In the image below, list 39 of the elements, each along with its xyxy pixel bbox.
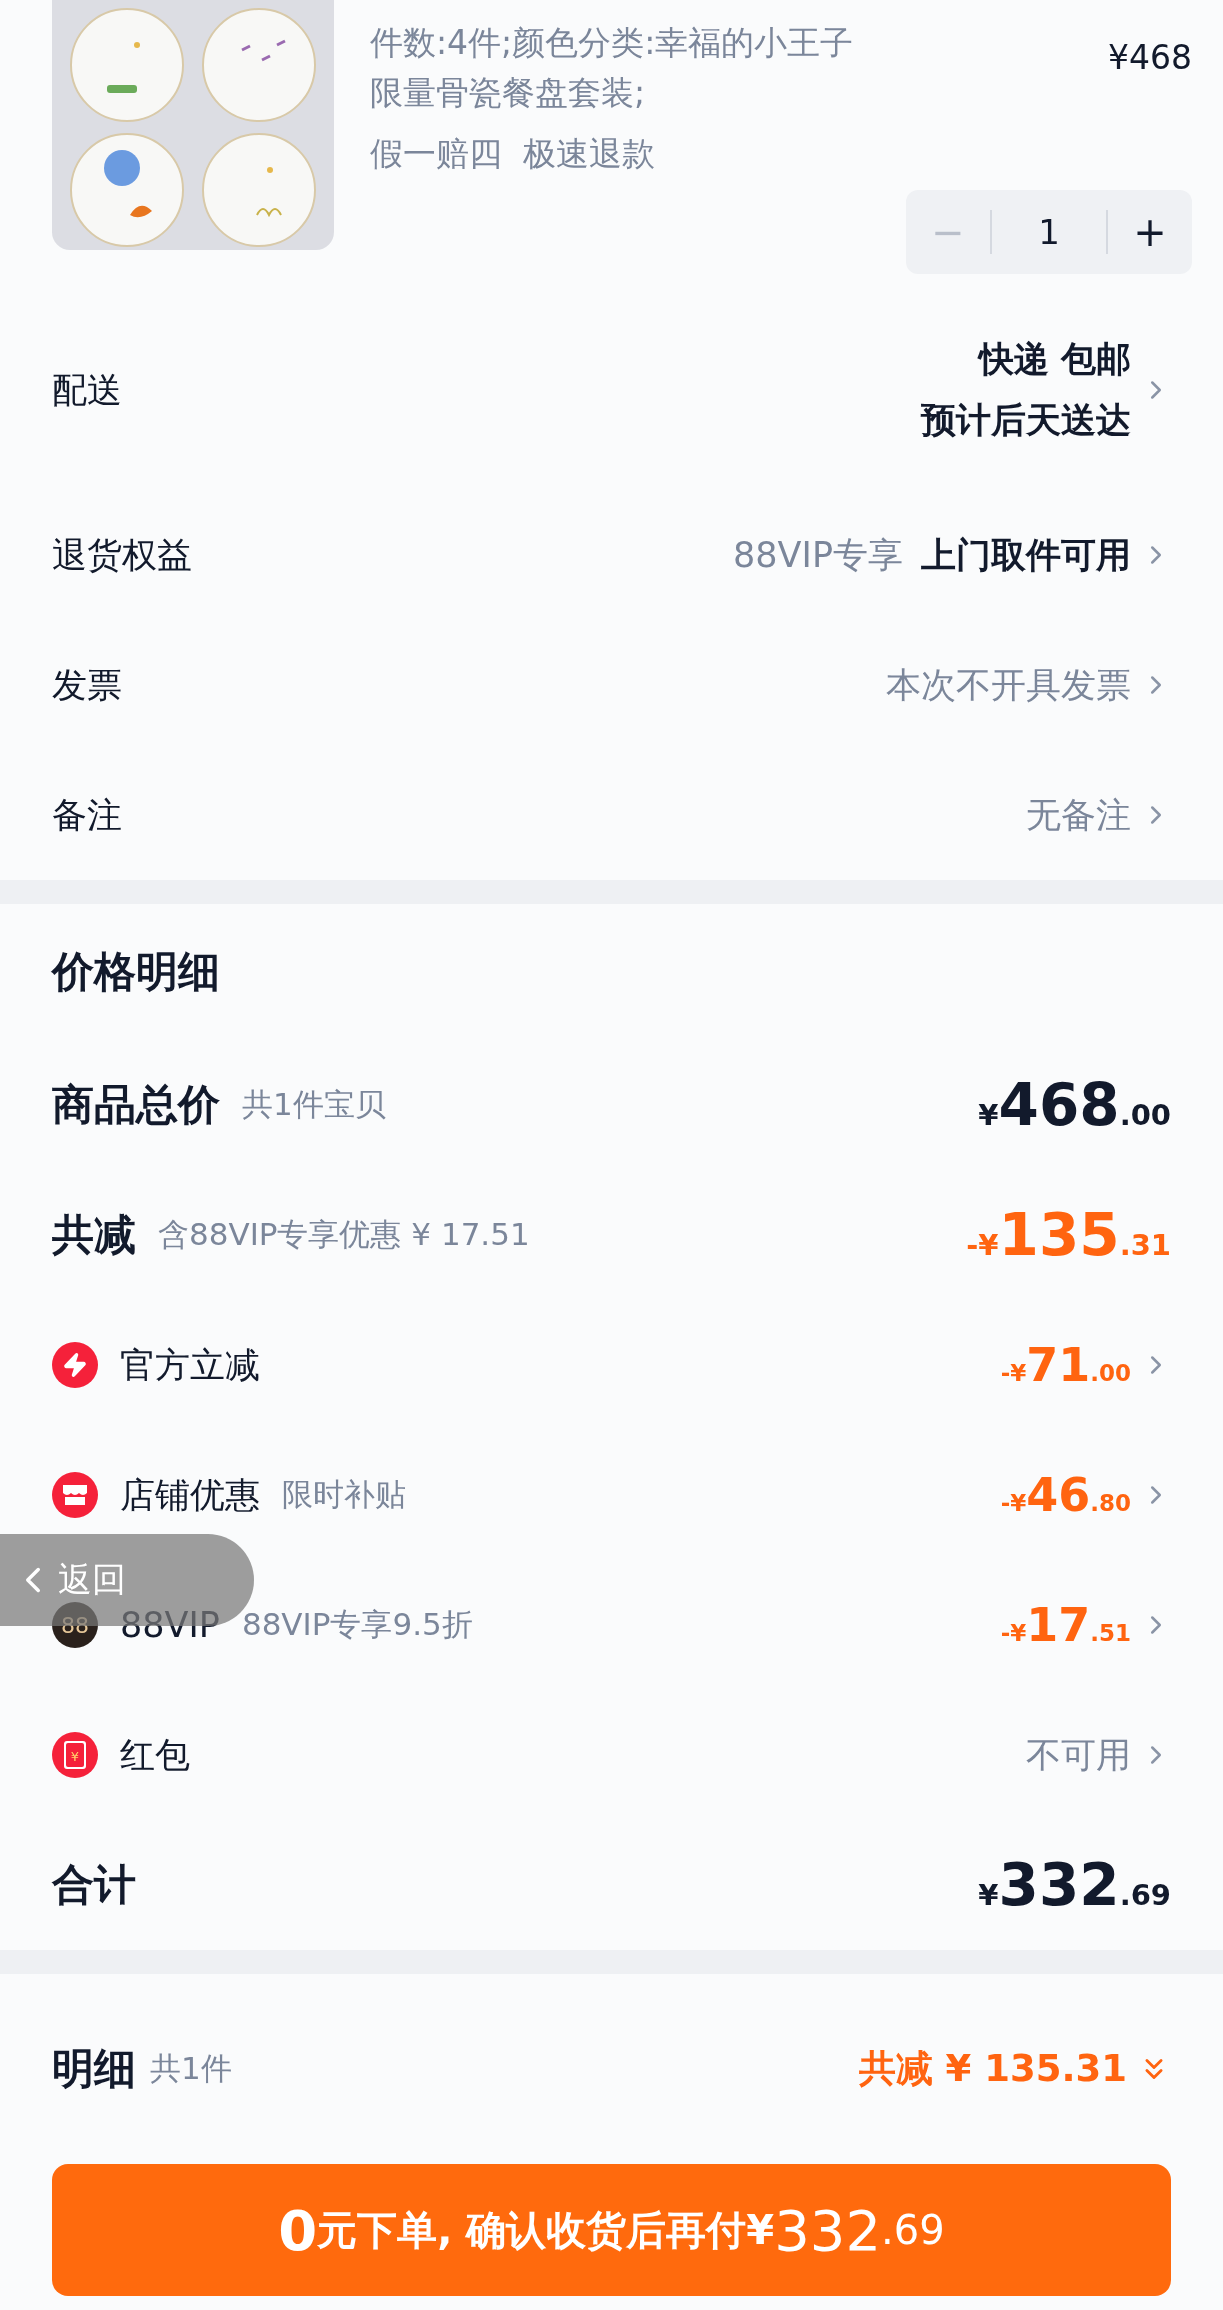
discount-amount: -¥46.80 [1000, 1468, 1131, 1522]
summary-label: 共减 [52, 1209, 136, 1261]
summary-note: 共1件宝贝 [242, 1085, 386, 1124]
unit-price: ¥468 [1108, 38, 1192, 77]
discount-amount: -¥71.00 [1000, 1338, 1131, 1392]
envelope-icon: ¥ [52, 1732, 98, 1778]
row-value[interactable]: 快递 包邮 [978, 336, 1131, 383]
discount-label: 红包 [120, 1733, 190, 1777]
discount-value: 不可用 [1026, 1733, 1131, 1777]
summary-label: 商品总价 [52, 1079, 220, 1131]
store-icon [52, 1472, 98, 1518]
quantity-value: 1 [990, 210, 1108, 254]
row-label: 发票 [52, 663, 122, 707]
row-value[interactable]: 88VIP专享 [733, 531, 903, 579]
row-value[interactable]: 预计后天送达 [921, 397, 1131, 444]
total-label: 合计 [52, 1859, 136, 1911]
summary-amount: -¥135.31 [966, 1201, 1171, 1269]
product-spec: 件数:4件;颜色分类:幸福的小王子限量骨瓷餐盘套装; [370, 22, 855, 114]
lightning-icon [52, 1342, 98, 1388]
submit-order-button[interactable]: 0元下单, 确认收货后再付¥332.69 [52, 2164, 1171, 2296]
discount-note: 限时补贴 [282, 1475, 406, 1514]
detail-label: 明细 [52, 2043, 136, 2095]
row-value[interactable]: 上门取件可用 [921, 531, 1131, 579]
row-value[interactable]: 无备注 [1026, 791, 1131, 839]
item-count: 共1件 [150, 2049, 232, 2088]
summary-note: 含88VIP专享优惠 ¥ 17.51 [158, 1215, 530, 1254]
row-value[interactable]: 本次不开具发票 [886, 661, 1131, 709]
service-tags: 假一赔四 极速退款 [370, 132, 870, 177]
section-title: 价格明细 [52, 946, 221, 998]
row-label: 备注 [52, 793, 122, 837]
reduction-toggle[interactable]: 共减 ¥ 135.31 [858, 2044, 1171, 2094]
plus-button[interactable]: + [1108, 190, 1192, 274]
summary-amount: ¥468.00 [978, 1071, 1171, 1139]
discount-amount: -¥17.51 [1000, 1598, 1131, 1652]
discount-label: 官方立减 [120, 1343, 260, 1387]
row-label: 配送 [52, 368, 122, 412]
discount-label: 店铺优惠 [120, 1473, 260, 1517]
total-amount: ¥332.69 [978, 1851, 1171, 1919]
row-label: 退货权益 [52, 533, 192, 577]
